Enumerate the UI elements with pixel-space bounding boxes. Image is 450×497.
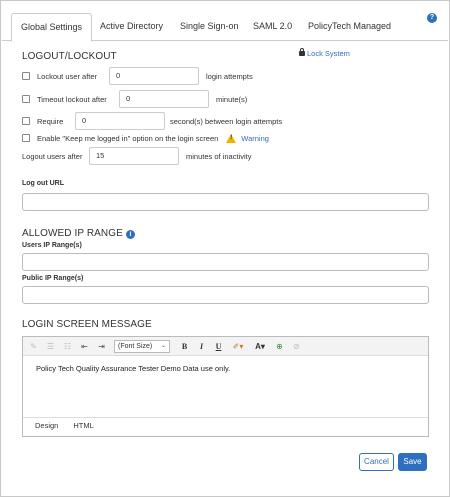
timeout-minutes-input[interactable]: 0: [119, 90, 209, 108]
underline-icon[interactable]: U: [212, 340, 225, 353]
rich-text-editor: ✎ ☰ ☷ ⇤ ⇥ (Font Size) ⌄ B I U ✐▾ A▾ ⊕ ⊘ …: [22, 336, 429, 437]
tab-saml[interactable]: SAML 2.0: [244, 15, 301, 41]
question-icon[interactable]: ?: [427, 13, 437, 23]
highlight-color-icon[interactable]: ✐▾: [229, 340, 247, 353]
lock-system-link[interactable]: Lock System: [299, 48, 350, 58]
public-ip-label: Public IP Range(s): [22, 275, 84, 282]
require-suffix: second(s) between login attempts: [170, 116, 283, 126]
editor-content[interactable]: Policy Tech Quality Assurance Tester Dem…: [23, 356, 428, 417]
italic-icon[interactable]: I: [195, 340, 208, 353]
unordered-list-icon[interactable]: ☷: [61, 340, 74, 353]
info-icon[interactable]: i: [125, 230, 135, 239]
settings-panel: Global Settings Active Directory Single …: [0, 0, 450, 497]
font-size-value: (Font Size): [118, 342, 153, 350]
indent-icon[interactable]: ⇥: [95, 340, 108, 353]
bold-icon[interactable]: B: [178, 340, 191, 353]
font-color-icon[interactable]: A▾: [251, 340, 269, 353]
font-size-select[interactable]: (Font Size) ⌄: [114, 339, 170, 353]
section-title-ip-range: ALLOWED IP RANGE i: [22, 228, 135, 239]
cancel-button[interactable]: Cancel: [359, 453, 394, 471]
require-checkbox[interactable]: [22, 117, 30, 125]
keep-logged-in-row: Enable "Keep me logged in" option on the…: [22, 128, 269, 148]
lockout-user-checkbox[interactable]: [22, 72, 30, 80]
insert-link-icon[interactable]: ⊕: [273, 340, 286, 353]
logout-after-suffix: minutes of inactivity: [186, 151, 252, 161]
save-button[interactable]: Save: [398, 453, 427, 471]
tab-html[interactable]: HTML: [67, 418, 99, 436]
lockout-user-suffix: login attempts: [206, 71, 253, 81]
ip-range-title: ALLOWED IP RANGE: [22, 228, 123, 239]
lock-system-label: Lock System: [307, 49, 350, 58]
require-label: Require: [37, 116, 64, 126]
timeout-lockout-checkbox[interactable]: [22, 95, 30, 103]
tab-policytech-managed[interactable]: PolicyTech Managed: [299, 15, 400, 41]
remove-link-icon[interactable]: ⊘: [290, 340, 303, 353]
chevron-down-icon: ⌄: [160, 342, 166, 349]
lock-icon: [299, 48, 305, 56]
lockout-attempts-input[interactable]: 0: [109, 67, 199, 85]
settings-tabs: Global Settings Active Directory Single …: [2, 9, 448, 42]
logout-after-label: Logout users after: [22, 151, 83, 161]
editor-toolbar: ✎ ☰ ☷ ⇤ ⇥ (Font Size) ⌄ B I U ✐▾ A▾ ⊕ ⊘: [23, 337, 428, 356]
tab-single-sign-on[interactable]: Single Sign-on: [171, 15, 248, 41]
tab-design[interactable]: Design: [29, 418, 65, 436]
tab-global-settings[interactable]: Global Settings: [11, 13, 93, 42]
timeout-lockout-row: Timeout lockout after 0 minute(s): [22, 89, 247, 109]
outdent-icon[interactable]: ⇤: [78, 340, 91, 353]
editor-mode-tabs: Design HTML: [23, 417, 428, 436]
logout-minutes-input[interactable]: 15: [89, 147, 179, 165]
tab-active-directory[interactable]: Active Directory: [91, 15, 172, 41]
warning-link[interactable]: Warning: [241, 134, 269, 143]
logout-url-input[interactable]: [22, 193, 429, 211]
users-ip-label: Users IP Range(s): [22, 242, 82, 249]
logout-url-label: Log out URL: [22, 180, 64, 187]
lockout-user-row: Lockout user after 0 login attempts: [22, 66, 253, 86]
timeout-lockout-suffix: minute(s): [216, 94, 248, 104]
paint-format-icon[interactable]: ✎: [27, 340, 40, 353]
timeout-lockout-label: Timeout lockout after: [37, 94, 107, 104]
keep-logged-in-label: Enable "Keep me logged in" option on the…: [37, 133, 219, 143]
logout-after-row: Logout users after 15 minutes of inactiv…: [22, 146, 251, 166]
warning-icon: [226, 133, 237, 143]
section-title-login-message: LOGIN SCREEN MESSAGE: [22, 319, 152, 330]
section-title-logout: LOGOUT/LOCKOUT: [22, 51, 117, 62]
ordered-list-icon[interactable]: ☰: [44, 340, 57, 353]
users-ip-input[interactable]: [22, 253, 429, 271]
lockout-user-label: Lockout user after: [37, 71, 98, 81]
public-ip-input[interactable]: [22, 286, 429, 304]
keep-logged-in-checkbox[interactable]: [22, 134, 30, 142]
